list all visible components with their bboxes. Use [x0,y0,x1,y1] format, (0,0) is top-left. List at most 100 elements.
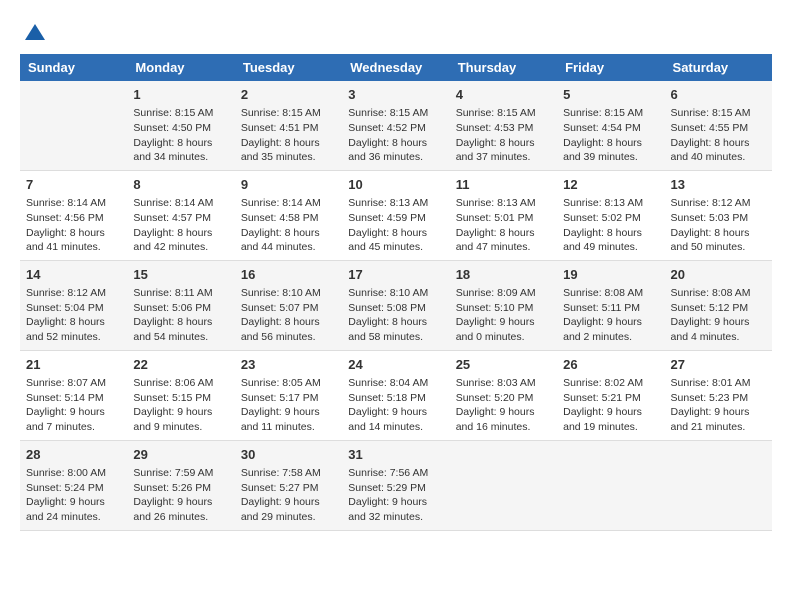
cell-week1-day1 [20,81,127,170]
cell-week5-day4: 31Sunrise: 7:56 AMSunset: 5:29 PMDayligh… [342,440,449,530]
sunset-text: Sunset: 5:07 PM [241,301,336,316]
sunset-text: Sunset: 5:11 PM [563,301,658,316]
daylight-text: Daylight: 9 hours and 7 minutes. [26,405,121,434]
sunset-text: Sunset: 5:15 PM [133,391,228,406]
daylight-text: Daylight: 8 hours and 45 minutes. [348,226,443,255]
col-header-monday: Monday [127,54,234,81]
cell-week2-day5: 11Sunrise: 8:13 AMSunset: 5:01 PMDayligh… [450,170,557,260]
day-number: 12 [563,176,658,194]
day-number: 19 [563,266,658,284]
daylight-text: Daylight: 8 hours and 47 minutes. [456,226,551,255]
day-number: 10 [348,176,443,194]
cell-week1-day7: 6Sunrise: 8:15 AMSunset: 4:55 PMDaylight… [665,81,772,170]
col-header-wednesday: Wednesday [342,54,449,81]
sunset-text: Sunset: 5:24 PM [26,481,121,496]
sunset-text: Sunset: 5:26 PM [133,481,228,496]
day-number: 14 [26,266,121,284]
sunset-text: Sunset: 4:51 PM [241,121,336,136]
daylight-text: Daylight: 9 hours and 16 minutes. [456,405,551,434]
cell-week5-day3: 30Sunrise: 7:58 AMSunset: 5:27 PMDayligh… [235,440,342,530]
daylight-text: Daylight: 9 hours and 26 minutes. [133,495,228,524]
sunset-text: Sunset: 5:01 PM [456,211,551,226]
sunset-text: Sunset: 5:12 PM [671,301,766,316]
cell-week4-day5: 25 Sunrise: 8:03 AMSunset: 5:20 PMDayligh… [450,350,557,440]
sunrise-text: Sunrise: 8:10 AM [348,286,443,301]
sunrise-text: Sunrise: 8:15 AM [456,106,551,121]
cell-week4-day6: 26Sunrise: 8:02 AMSunset: 5:21 PMDayligh… [557,350,664,440]
daylight-text: Daylight: 8 hours and 36 minutes. [348,136,443,165]
day-number: 20 [671,266,766,284]
cell-week2-day4: 10Sunrise: 8:13 AMSunset: 4:59 PMDayligh… [342,170,449,260]
daylight-text: Daylight: 8 hours and 44 minutes. [241,226,336,255]
sunset-text: Sunset: 5:20 PM [456,391,551,406]
daylight-text: Daylight: 9 hours and 32 minutes. [348,495,443,524]
daylight-text: Daylight: 8 hours and 40 minutes. [671,136,766,165]
sunset-text: Sunset: 5:17 PM [241,391,336,406]
daylight-text: Daylight: 9 hours and 19 minutes. [563,405,658,434]
day-number: 24 [348,356,443,374]
sunset-text: Sunset: 4:58 PM [241,211,336,226]
cell-week2-day2: 8Sunrise: 8:14 AMSunset: 4:57 PMDaylight… [127,170,234,260]
sunrise-text: Sunrise: 8:11 AM [133,286,228,301]
cell-week3-day5: 18Sunrise: 8:09 AMSunset: 5:10 PMDayligh… [450,260,557,350]
sunrise-text: Sunrise: 8:13 AM [563,196,658,211]
sunrise-text: Sunrise: 8:03 AM [456,376,551,391]
day-number: 26 [563,356,658,374]
col-header-friday: Friday [557,54,664,81]
sunset-text: Sunset: 5:08 PM [348,301,443,316]
page-header [20,20,772,44]
week-row-1: 1Sunrise: 8:15 AMSunset: 4:50 PMDaylight… [20,81,772,170]
day-number: 7 [26,176,121,194]
sunrise-text: Sunrise: 8:15 AM [241,106,336,121]
sunset-text: Sunset: 4:57 PM [133,211,228,226]
sunrise-text: Sunrise: 8:13 AM [348,196,443,211]
col-header-sunday: Sunday [20,54,127,81]
sunset-text: Sunset: 4:52 PM [348,121,443,136]
sunset-text: Sunset: 5:06 PM [133,301,228,316]
cell-week4-day7: 27Sunrise: 8:01 AMSunset: 5:23 PMDayligh… [665,350,772,440]
sunrise-text: Sunrise: 8:13 AM [456,196,551,211]
sunset-text: Sunset: 5:02 PM [563,211,658,226]
week-row-2: 7 Sunrise: 8:14 AM Sunset: 4:56 PM Daylight… [20,170,772,260]
sunrise-text: Sunrise: 8:15 AM [563,106,658,121]
sunset-text: Sunset: 4:56 PM [26,211,121,226]
day-number: 25 [456,356,551,374]
daylight-text: Daylight: 9 hours and 4 minutes. [671,315,766,344]
day-number: 5 [563,86,658,104]
cell-week1-day4: 3Sunrise: 8:15 AMSunset: 4:52 PMDaylight… [342,81,449,170]
sunrise-text: Sunrise: 8:12 AM [671,196,766,211]
calendar-table: SundayMondayTuesdayWednesdayThursdayFrid… [20,54,772,531]
sunrise-text: Sunrise: 8:14 AM [133,196,228,211]
cell-week2-day6: 12 Sunrise: 8:13 AMSunset: 5:02 PMDayligh… [557,170,664,260]
cell-week5-day7 [665,440,772,530]
col-header-thursday: Thursday [450,54,557,81]
cell-week1-day3: 2 Sunrise: 8:15 AMSunset: 4:51 PMDaylight… [235,81,342,170]
sunrise-text: Sunrise: 8:10 AM [241,286,336,301]
cell-week3-day7: 20Sunrise: 8:08 AMSunset: 5:12 PMDayligh… [665,260,772,350]
sunset-text: Sunset: 4:55 PM [671,121,766,136]
day-number: 31 [348,446,443,464]
daylight-text: Daylight: 9 hours and 29 minutes. [241,495,336,524]
sunrise-text: Sunrise: 8:15 AM [133,106,228,121]
cell-week2-day7: 13Sunrise: 8:12 AMSunset: 5:03 PMDayligh… [665,170,772,260]
day-number: 28 [26,446,121,464]
daylight-text: Daylight: 9 hours and 2 minutes. [563,315,658,344]
daylight-text: Daylight: 8 hours and 35 minutes. [241,136,336,165]
daylight-text: Daylight: 9 hours and 21 minutes. [671,405,766,434]
sunrise-text: Sunrise: 8:06 AM [133,376,228,391]
day-number: 8 [133,176,228,194]
sunrise-text: Sunrise: 8:00 AM [26,466,121,481]
cell-week4-day3: 23Sunrise: 8:05 AMSunset: 5:17 PMDayligh… [235,350,342,440]
sunrise-text: Sunrise: 8:09 AM [456,286,551,301]
day-number: 23 [241,356,336,374]
cell-week3-day4: 17Sunrise: 8:10 AMSunset: 5:08 PMDayligh… [342,260,449,350]
daylight-text: Daylight: 8 hours and 49 minutes. [563,226,658,255]
logo [20,20,50,44]
week-row-4: 21Sunrise: 8:07 AMSunset: 5:14 PMDayligh… [20,350,772,440]
day-number: 2 [241,86,336,104]
daylight-text: Daylight: 8 hours and 54 minutes. [133,315,228,344]
sunset-text: Sunset: 5:29 PM [348,481,443,496]
sunrise-text: Sunrise: 8:05 AM [241,376,336,391]
daylight-text: Daylight: 8 hours and 58 minutes. [348,315,443,344]
cell-week3-day6: 19Sunrise: 8:08 AMSunset: 5:11 PMDayligh… [557,260,664,350]
